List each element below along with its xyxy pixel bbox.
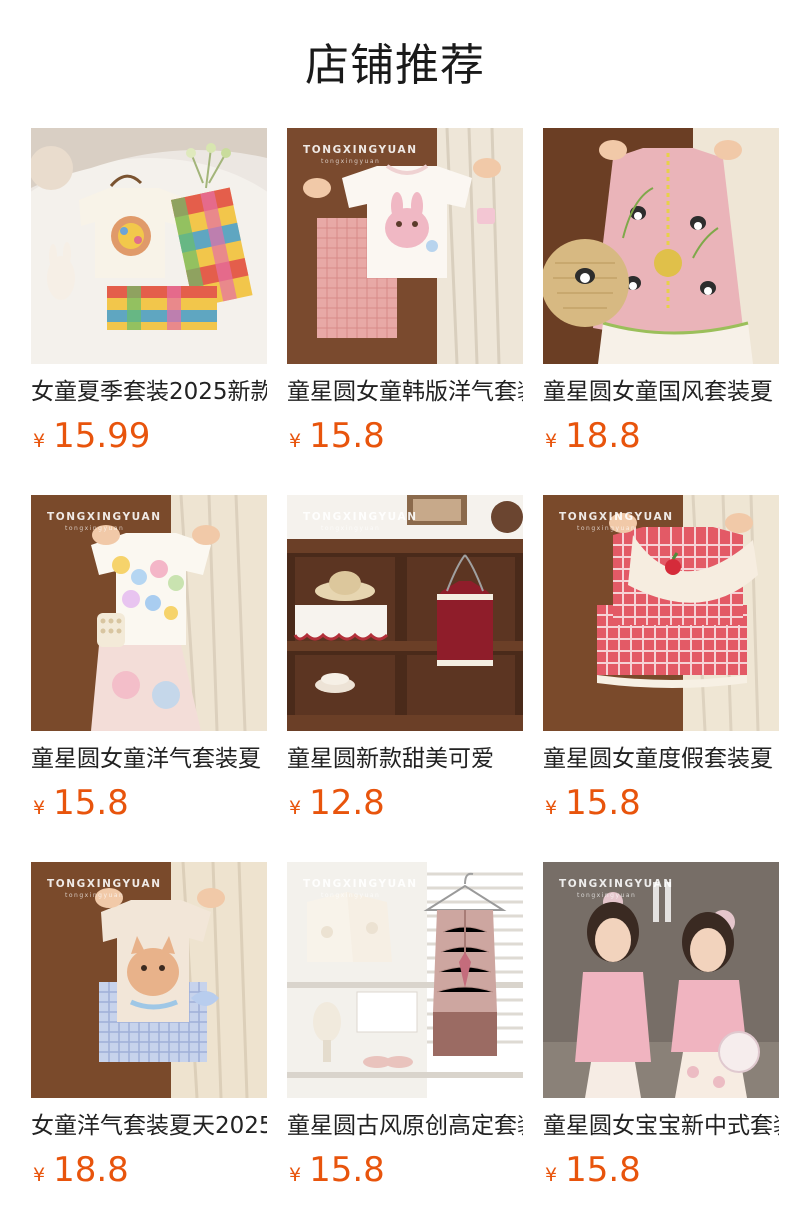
- product-price: ¥15.8: [545, 1148, 779, 1192]
- product-name[interactable]: 童星圆女童国风套装夏: [543, 375, 779, 409]
- product-card[interactable]: TONGXINGYUAN tongxingyuan 童星圆女宝宝新中式套装 ¥15…: [543, 862, 779, 1190]
- product-price: ¥15.8: [289, 1148, 523, 1192]
- product-name[interactable]: 女童夏季套装2025新款: [31, 375, 267, 409]
- product-image[interactable]: TONGXINGYUAN tongxingyuan: [543, 862, 779, 1098]
- currency-symbol: ¥: [289, 1164, 302, 1186]
- product-price: ¥18.8: [545, 414, 779, 458]
- currency-symbol: ¥: [545, 1164, 558, 1186]
- currency-symbol: ¥: [545, 797, 558, 819]
- store-recommendation-page: 店铺推荐 女童夏季套装2025新款 ¥ 15.99 TONGXINGYUAN t…: [0, 0, 790, 1230]
- currency-symbol: ¥: [33, 1164, 46, 1186]
- brand-watermark: TONGXINGYUAN tongxingyuan: [47, 878, 162, 899]
- product-image[interactable]: TONGXINGYUAN tongxingyuan: [287, 495, 523, 731]
- product-image[interactable]: TONGXINGYUAN tongxingyuan: [287, 128, 523, 364]
- product-name[interactable]: 童星圆古风原创高定套装: [287, 1109, 523, 1143]
- brand-watermark: TONGXINGYUAN tongxingyuan: [303, 878, 418, 899]
- product-image[interactable]: TONGXINGYUAN tongxingyuan: [31, 495, 267, 731]
- product-name[interactable]: 童星圆女童韩版洋气套装: [287, 375, 523, 409]
- product-price: ¥15.8: [545, 781, 779, 825]
- price-amount: 15.8: [565, 1150, 641, 1190]
- currency-symbol: ¥: [545, 430, 558, 452]
- product-image[interactable]: [31, 128, 267, 364]
- product-image[interactable]: TONGXINGYUAN tongxingyuan: [543, 495, 779, 731]
- brand-watermark: TONGXINGYUAN tongxingyuan: [559, 511, 674, 532]
- currency-symbol: ¥: [33, 797, 46, 819]
- product-price: ¥15.99: [33, 414, 267, 458]
- product-card[interactable]: 童星圆女童国风套装夏 ¥18.8: [543, 128, 779, 456]
- product-card[interactable]: 女童夏季套装2025新款 ¥15.99: [31, 128, 267, 456]
- section-title: 店铺推荐: [305, 40, 485, 91]
- product-name[interactable]: 童星圆女宝宝新中式套装: [543, 1109, 779, 1143]
- product-image[interactable]: TONGXINGYUAN tongxingyuan: [31, 862, 267, 1098]
- product-image[interactable]: [543, 128, 779, 364]
- product-price: ¥15.8: [289, 414, 523, 458]
- product-name[interactable]: 童星圆女童洋气套装夏: [31, 742, 267, 776]
- product-name[interactable]: 童星圆女童度假套装夏: [543, 742, 779, 776]
- product-name[interactable]: 女童洋气套装夏天2025: [31, 1109, 267, 1143]
- price-amount: 12.8: [309, 783, 385, 823]
- product-price: ¥18.8: [33, 1148, 267, 1192]
- currency-symbol: ¥: [289, 430, 302, 452]
- product-card[interactable]: TONGXINGYUAN tongxingyuan 童星圆新款甜美可爱 ¥12.8: [287, 495, 523, 823]
- product-card[interactable]: TONGXINGYUAN tongxingyuan 女童洋气套装夏天2025 ¥1…: [31, 862, 267, 1190]
- currency-symbol: ¥: [33, 430, 46, 452]
- currency-symbol: ¥: [289, 797, 302, 819]
- product-price: ¥12.8: [289, 781, 523, 825]
- price-amount: 18.8: [565, 416, 641, 456]
- price-amount: 15.8: [309, 1150, 385, 1190]
- product-image[interactable]: TONGXINGYUAN tongxingyuan: [287, 862, 523, 1098]
- product-name[interactable]: 童星圆新款甜美可爱: [287, 742, 523, 776]
- product-grid: 女童夏季套装2025新款 ¥15.99 TONGXINGYUAN tongxin…: [31, 128, 779, 1190]
- product-card[interactable]: TONGXINGYUAN tongxingyuan 童星圆古风原创高定套装 ¥15…: [287, 862, 523, 1190]
- brand-watermark: TONGXINGYUAN tongxingyuan: [47, 511, 162, 532]
- brand-watermark: TONGXINGYUAN tongxingyuan: [303, 144, 418, 165]
- price-amount: 15.8: [565, 783, 641, 823]
- product-card[interactable]: TONGXINGYUAN tongxingyuan 童星圆女童韩版洋气套装 ¥15…: [287, 128, 523, 456]
- price-amount: 15.8: [309, 416, 385, 456]
- product-card[interactable]: TONGXINGYUAN tongxingyuan 童星圆女童洋气套装夏 ¥15.…: [31, 495, 267, 823]
- product-price: ¥15.8: [33, 781, 267, 825]
- price-amount: 15.8: [53, 783, 129, 823]
- brand-watermark: TONGXINGYUAN tongxingyuan: [559, 878, 674, 899]
- product-card[interactable]: TONGXINGYUAN tongxingyuan 童星圆女童度假套装夏 ¥15.…: [543, 495, 779, 823]
- brand-watermark: TONGXINGYUAN tongxingyuan: [303, 511, 418, 532]
- price-amount: 15.99: [53, 416, 151, 456]
- price-amount: 18.8: [53, 1150, 129, 1190]
